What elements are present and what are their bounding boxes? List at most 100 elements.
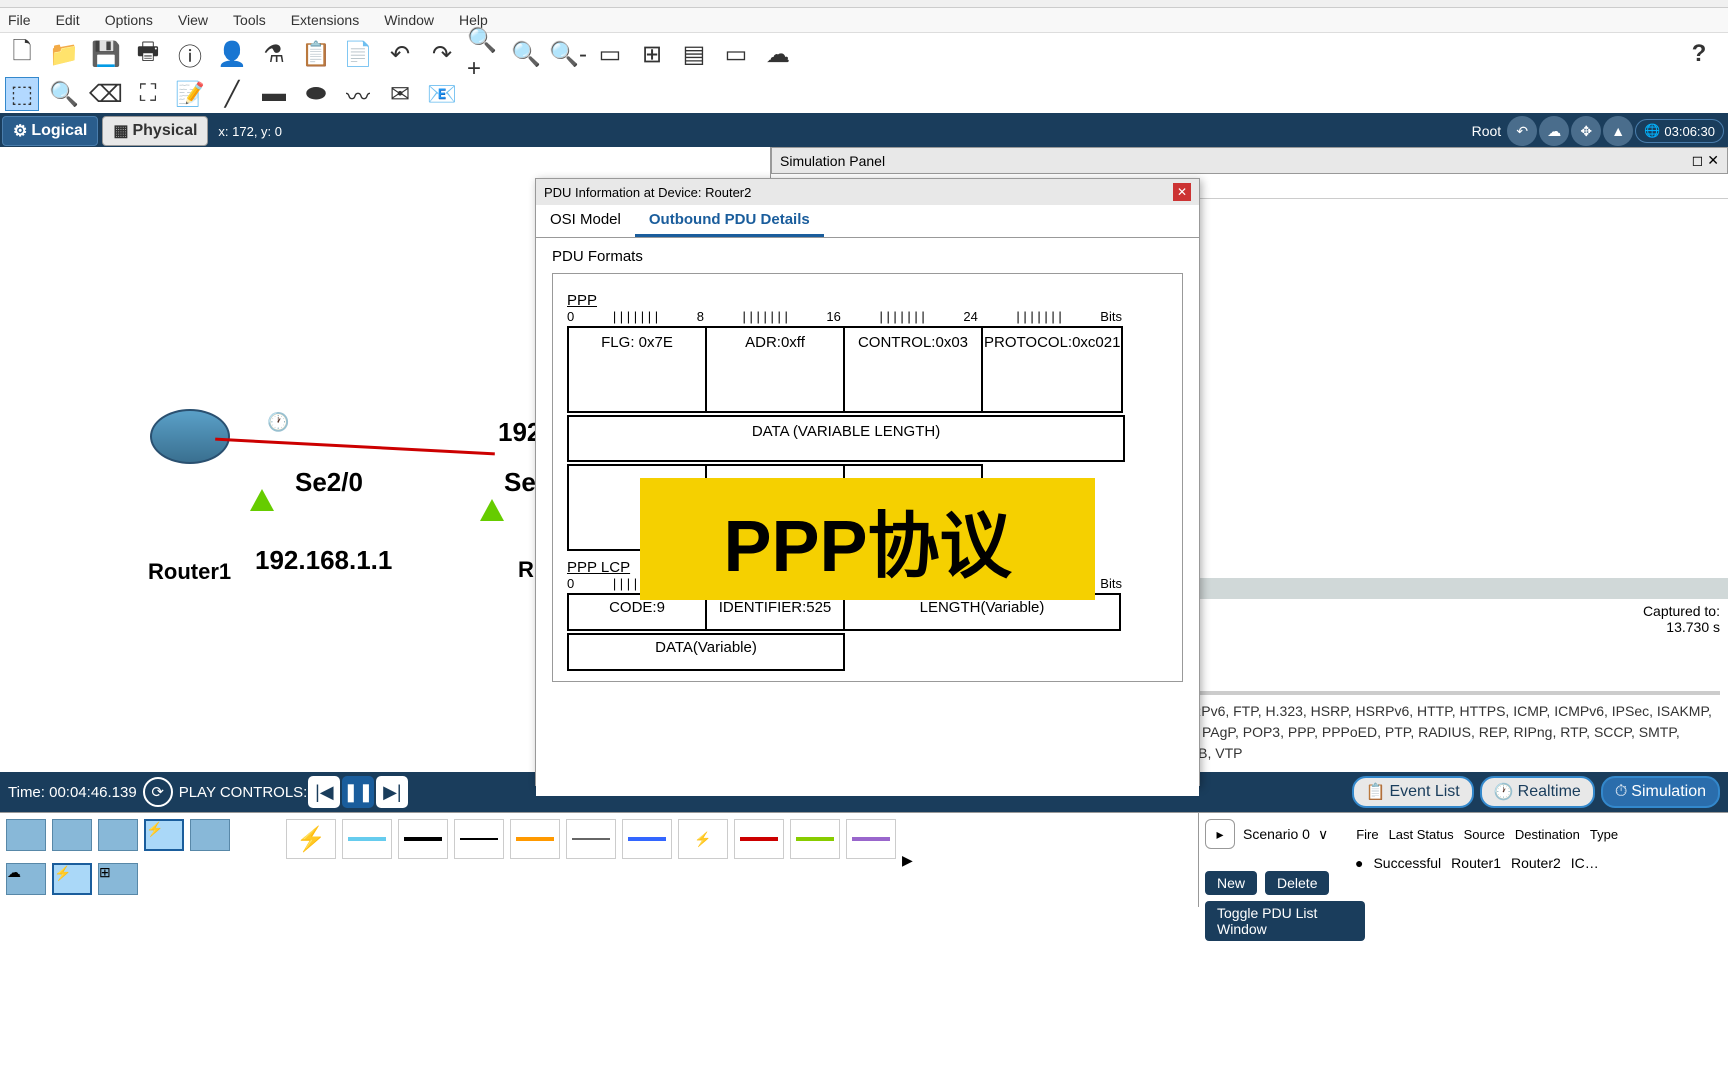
- ellipse-icon[interactable]: ⬬: [299, 77, 333, 111]
- field-adr: ADR:0xff: [706, 327, 844, 412]
- tab-osi-model[interactable]: OSI Model: [536, 205, 635, 237]
- close-icon[interactable]: ✕: [1707, 152, 1719, 169]
- play-pause-button[interactable]: ❚❚: [341, 775, 375, 809]
- device-cat-misc[interactable]: [190, 819, 230, 851]
- conn-fiber[interactable]: [510, 819, 560, 859]
- save-icon[interactable]: 💾: [89, 37, 123, 71]
- delete-icon[interactable]: ⌫: [89, 77, 123, 111]
- conn-cross[interactable]: [454, 819, 504, 859]
- forward-button[interactable]: ▶|: [375, 775, 409, 809]
- select-icon[interactable]: ⬚: [5, 77, 39, 111]
- zoom-in-icon[interactable]: 🔍+: [467, 37, 501, 71]
- pdu-formats-label: PDU Formats: [552, 248, 1183, 265]
- conn-usb[interactable]: [846, 819, 896, 859]
- move-icon[interactable]: ✥: [1571, 116, 1601, 146]
- list-icon[interactable]: ▤: [677, 37, 711, 71]
- logical-view-button[interactable]: ⚙ Logical: [2, 116, 98, 146]
- fire-icon[interactable]: ●: [1355, 855, 1363, 871]
- new-scenario-button[interactable]: New: [1205, 871, 1257, 895]
- device-cat-connections[interactable]: ⚡: [144, 819, 184, 851]
- conn-serial-dte[interactable]: [734, 819, 784, 859]
- main-toolbar: 🗋 📁 💾 🖶 ⓘ 👤 ⚗ 📋 📄 ↶ ↷ 🔍+ 🔍 🔍- ▭ ⊞ ▤ ▭ ☁ …: [0, 33, 1728, 75]
- device-subcat-1[interactable]: ⚡: [52, 863, 92, 895]
- device-cat-hub[interactable]: [98, 819, 138, 851]
- grid-icon[interactable]: ⊞: [635, 37, 669, 71]
- back-icon[interactable]: ↶: [1507, 116, 1537, 146]
- tab-outbound-pdu[interactable]: Outbound PDU Details: [635, 205, 824, 237]
- help-icon[interactable]: ?: [1682, 37, 1716, 71]
- ppp-label: PPP: [567, 292, 1172, 309]
- close-button[interactable]: ✕: [1173, 183, 1191, 201]
- device-cat-cloud[interactable]: ☁: [6, 863, 46, 895]
- ppp-data-row: DATA (VARIABLE LENGTH): [567, 415, 1125, 462]
- paste-icon[interactable]: 📄: [341, 37, 375, 71]
- conn-console[interactable]: [342, 819, 392, 859]
- sim-panel-header[interactable]: Simulation Panel ◻ ✕: [771, 147, 1728, 174]
- link-up-indicator: [250, 489, 274, 511]
- resize-icon[interactable]: ⛶: [131, 77, 165, 111]
- freeform-icon[interactable]: 〰: [341, 77, 375, 111]
- menu-options[interactable]: Options: [105, 12, 153, 28]
- refresh-icon[interactable]: ⟳: [143, 777, 173, 807]
- device-subcat-2[interactable]: ⊞: [98, 863, 138, 895]
- overlay-banner: PPP协议: [640, 478, 1095, 600]
- info-icon[interactable]: ⓘ: [173, 37, 207, 71]
- copy-icon[interactable]: 📋: [299, 37, 333, 71]
- envelope-icon[interactable]: ✉: [383, 77, 417, 111]
- note-icon[interactable]: 📝: [173, 77, 207, 111]
- router1-device[interactable]: [150, 409, 230, 464]
- title-bar: [0, 0, 1728, 8]
- simulation-button[interactable]: ⏱ Simulation: [1601, 776, 1720, 808]
- menu-tools[interactable]: Tools: [233, 12, 266, 28]
- scenario-nav-button[interactable]: ▸: [1205, 819, 1235, 849]
- cloud-icon[interactable]: ☁: [761, 37, 795, 71]
- device-cat-pc[interactable]: [52, 819, 92, 851]
- menu-extensions[interactable]: Extensions: [291, 12, 359, 28]
- toggle-pdu-list-button[interactable]: Toggle PDU List Window: [1205, 901, 1365, 941]
- menu-window[interactable]: Window: [384, 12, 434, 28]
- network-link[interactable]: [215, 438, 495, 456]
- conn-serial-dce[interactable]: ⚡: [678, 819, 728, 859]
- bg-icon[interactable]: ▲: [1603, 116, 1633, 146]
- zoom-out-icon[interactable]: 🔍-: [551, 37, 585, 71]
- lab-icon[interactable]: ⚗: [257, 37, 291, 71]
- conn-straight[interactable]: [398, 819, 448, 859]
- rewind-button[interactable]: |◀: [307, 775, 341, 809]
- cloud-nav-icon[interactable]: ☁: [1539, 116, 1569, 146]
- line-icon[interactable]: ╱: [215, 77, 249, 111]
- event-list-button[interactable]: 📋 Event List: [1352, 776, 1474, 808]
- dock-icon[interactable]: ◻: [1692, 152, 1704, 169]
- new-icon[interactable]: 🗋: [5, 37, 39, 71]
- card-icon[interactable]: ▭: [719, 37, 753, 71]
- undo-icon[interactable]: ↶: [383, 37, 417, 71]
- open-icon[interactable]: 📁: [47, 37, 81, 71]
- user-icon[interactable]: 👤: [215, 37, 249, 71]
- field-control: CONTROL:0x03: [844, 327, 982, 412]
- physical-view-button[interactable]: ▦ Physical: [102, 116, 208, 146]
- search-icon[interactable]: 🔍: [47, 77, 81, 111]
- conn-auto[interactable]: ⚡: [286, 819, 336, 859]
- conn-phone[interactable]: [566, 819, 616, 859]
- scenario-select[interactable]: Scenario 0: [1243, 826, 1310, 842]
- conn-octal[interactable]: [790, 819, 840, 859]
- clock-icon: 🕐: [267, 412, 289, 433]
- rect-icon[interactable]: ▭: [593, 37, 627, 71]
- device-cat-routers[interactable]: [6, 819, 46, 851]
- conn-coax[interactable]: [622, 819, 672, 859]
- print-icon[interactable]: 🖶: [131, 37, 165, 71]
- scroll-right[interactable]: ▶: [902, 852, 913, 869]
- field-lcp-data: DATA(Variable): [568, 634, 844, 670]
- chevron-down-icon[interactable]: ∨: [1318, 826, 1328, 843]
- delete-scenario-button[interactable]: Delete: [1265, 871, 1329, 895]
- menu-file[interactable]: File: [8, 12, 31, 28]
- hdr-source: Source: [1464, 827, 1505, 842]
- menu-edit[interactable]: Edit: [56, 12, 80, 28]
- rect2-icon[interactable]: ▬: [257, 77, 291, 111]
- zoom-reset-icon[interactable]: 🔍: [509, 37, 543, 71]
- realtime-button[interactable]: 🕐 Realtime: [1480, 776, 1595, 808]
- sim-time-label: Time: 00:04:46.139: [8, 784, 137, 801]
- menu-view[interactable]: View: [178, 12, 208, 28]
- pdu-window-title[interactable]: PDU Information at Device: Router2 ✕: [536, 179, 1199, 205]
- redo-icon[interactable]: ↷: [425, 37, 459, 71]
- envelope-open-icon[interactable]: 📧: [425, 77, 459, 111]
